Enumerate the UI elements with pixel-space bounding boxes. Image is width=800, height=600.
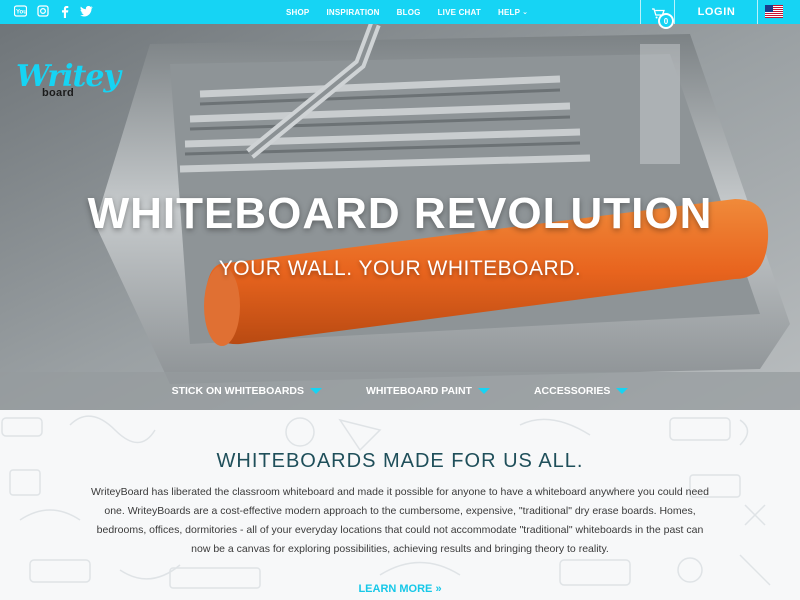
writeyboard-logo[interactable]: Writey board [16, 62, 121, 100]
instagram-icon[interactable] [36, 4, 49, 18]
nav-blog-label: BLOG [396, 7, 421, 17]
svg-text:You: You [16, 10, 27, 16]
category-label: ACCESSORIES [533, 385, 611, 397]
section-body: WriteyBoard has liberated the classroom … [91, 486, 709, 555]
hero-title: WHITEBOARD REVOLUTION [87, 189, 713, 238]
nav-inspiration[interactable]: INSPIRATION [326, 8, 379, 17]
youtube-icon[interactable]: You [14, 4, 27, 18]
learn-more-link[interactable]: LEARN MORE » [0, 583, 800, 595]
facebook-icon[interactable] [58, 4, 71, 18]
hero-banner: Writey board WHITEBOARD REVOLUTION YOUR … [0, 24, 800, 410]
twitter-icon[interactable] [80, 4, 93, 18]
category-accessories[interactable]: ACCESSORIES [533, 385, 629, 397]
nav-shop[interactable]: SHOP [286, 8, 309, 17]
cart-count-badge: 0 [658, 13, 674, 29]
nav-inspiration-label: INSPIRATION [326, 7, 380, 17]
nav-help-label: HELP [498, 7, 521, 17]
category-label: STICK ON WHITEBOARDS [171, 385, 304, 397]
top-bar: You SHOP INSPIRATION BLOG LIVE CHAT HELP… [0, 0, 800, 29]
logo-subtext: board [42, 87, 75, 99]
triangle-down-icon [616, 388, 629, 394]
main-nav: SHOP INSPIRATION BLOG LIVE CHAT HELP ⌄ [286, 0, 545, 24]
login-link[interactable]: LOGIN [676, 0, 758, 24]
section-title: WHITEBOARDS MADE FOR US ALL. [216, 450, 584, 472]
category-whiteboard-paint[interactable]: WHITEBOARD PAINT [366, 385, 490, 397]
triangle-down-icon [310, 388, 322, 394]
category-bar: STICK ON WHITEBOARDS WHITEBOARD PAINT AC… [0, 372, 800, 410]
nav-shop-label: SHOP [286, 7, 310, 17]
hero-subtitle: YOUR WALL. YOUR WHITEBOARD. [218, 257, 582, 280]
social-links: You [14, 4, 93, 18]
us-flag-icon[interactable] [765, 5, 783, 18]
category-stick-on-whiteboards[interactable]: STICK ON WHITEBOARDS [172, 385, 322, 397]
nav-live-chat[interactable]: LIVE CHAT [438, 8, 481, 17]
nav-live-chat-label: LIVE CHAT [437, 7, 482, 17]
category-label: WHITEBOARD PAINT [366, 385, 472, 397]
chevron-down-icon: ⌄ [522, 9, 529, 16]
triangle-down-icon [477, 388, 490, 394]
nav-blog[interactable]: BLOG [397, 8, 421, 17]
intro-section: WHITEBOARDS MADE FOR US ALL. WriteyBoard… [0, 410, 800, 600]
nav-help[interactable]: HELP ⌄ [498, 8, 528, 17]
cart-button[interactable]: 0 [640, 0, 675, 29]
